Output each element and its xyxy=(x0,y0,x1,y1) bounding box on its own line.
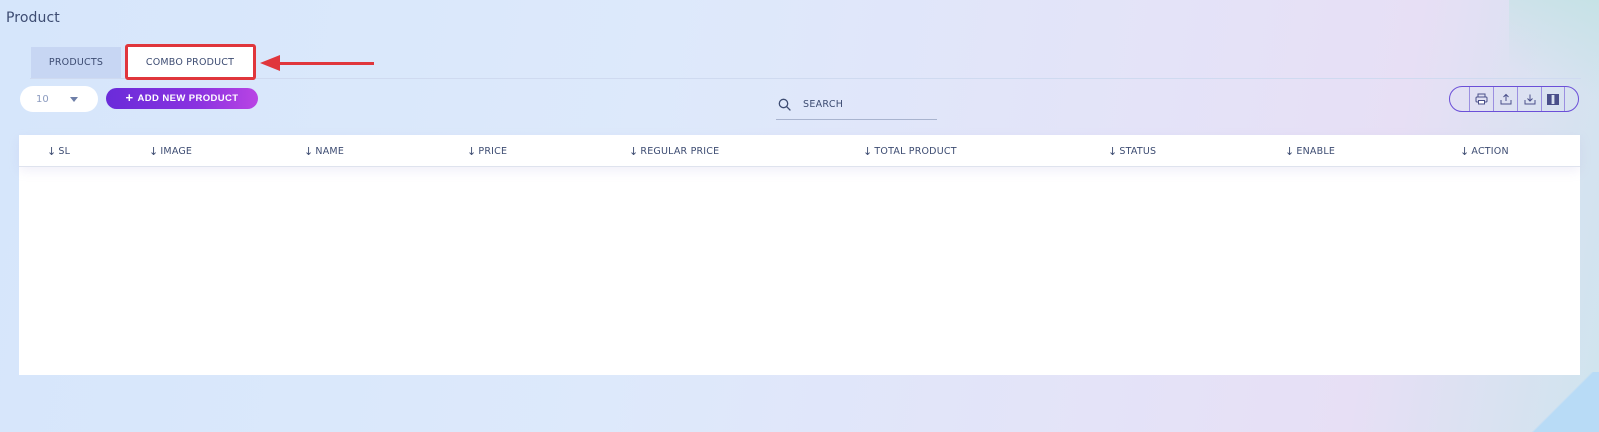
columns-button[interactable] xyxy=(1541,87,1565,111)
search-input[interactable] xyxy=(803,99,923,110)
export-toolbar xyxy=(1449,86,1579,112)
column-header-total-product[interactable]: ↓ TOTAL PRODUCT xyxy=(863,135,957,167)
tab-combo-product[interactable]: COMBO PRODUCT xyxy=(126,47,254,78)
column-label: TOTAL PRODUCT xyxy=(874,145,957,157)
add-new-product-button[interactable]: + ADD NEW PRODUCT xyxy=(106,88,258,109)
search-icon xyxy=(778,98,791,111)
column-header-price[interactable]: ↓ PRICE xyxy=(467,135,507,167)
print-button[interactable] xyxy=(1469,87,1493,111)
column-header-enable[interactable]: ↓ ENABLE xyxy=(1285,135,1335,167)
import-button[interactable] xyxy=(1517,87,1541,111)
tab-products[interactable]: PRODUCTS xyxy=(31,47,121,78)
column-label: ACTION xyxy=(1471,145,1509,157)
table-header: ↓ SL ↓ IMAGE ↓ NAME ↓ PRICE ↓ REGULAR PR… xyxy=(19,135,1580,167)
print-icon xyxy=(1475,93,1488,105)
column-label: SL xyxy=(58,145,71,157)
column-header-regular-price[interactable]: ↓ REGULAR PRICE xyxy=(629,135,719,167)
column-label: REGULAR PRICE xyxy=(640,145,720,157)
column-header-action[interactable]: ↓ ACTION xyxy=(1460,135,1509,167)
background-decoration xyxy=(1529,372,1599,432)
page-size-select[interactable]: 10 xyxy=(20,86,98,112)
column-header-sl[interactable]: ↓ SL xyxy=(47,135,70,167)
upload-icon xyxy=(1500,93,1511,105)
column-label: PRICE xyxy=(478,145,508,157)
product-table: ↓ SL ↓ IMAGE ↓ NAME ↓ PRICE ↓ REGULAR PR… xyxy=(19,135,1580,375)
sort-arrow-icon: ↓ xyxy=(47,144,57,158)
column-header-name[interactable]: ↓ NAME xyxy=(304,135,344,167)
sort-arrow-icon: ↓ xyxy=(863,144,873,158)
column-header-image[interactable]: ↓ IMAGE xyxy=(149,135,192,167)
download-icon xyxy=(1524,94,1535,105)
export-button[interactable] xyxy=(1493,87,1517,111)
caret-down-icon xyxy=(70,97,78,102)
sort-arrow-icon: ↓ xyxy=(149,144,159,158)
sort-arrow-icon: ↓ xyxy=(304,144,314,158)
column-header-status[interactable]: ↓ STATUS xyxy=(1108,135,1156,167)
sort-arrow-icon: ↓ xyxy=(1108,144,1118,158)
page-title: Product xyxy=(6,10,60,26)
tabs-divider xyxy=(30,78,1581,79)
annotation-arrow-icon xyxy=(260,55,280,71)
sort-arrow-icon: ↓ xyxy=(1460,144,1470,158)
columns-icon xyxy=(1547,93,1559,105)
column-label: IMAGE xyxy=(160,145,193,157)
column-label: ENABLE xyxy=(1296,145,1336,157)
plus-icon: + xyxy=(125,90,134,105)
sort-arrow-icon: ↓ xyxy=(467,144,477,158)
search-box xyxy=(776,90,937,120)
sort-arrow-icon: ↓ xyxy=(629,144,639,158)
column-label: STATUS xyxy=(1119,145,1157,157)
page-size-value: 10 xyxy=(36,93,49,105)
annotation-arrow-shaft xyxy=(276,62,374,65)
column-label: NAME xyxy=(315,145,345,157)
add-new-product-label: ADD NEW PRODUCT xyxy=(137,93,239,104)
sort-arrow-icon: ↓ xyxy=(1285,144,1295,158)
